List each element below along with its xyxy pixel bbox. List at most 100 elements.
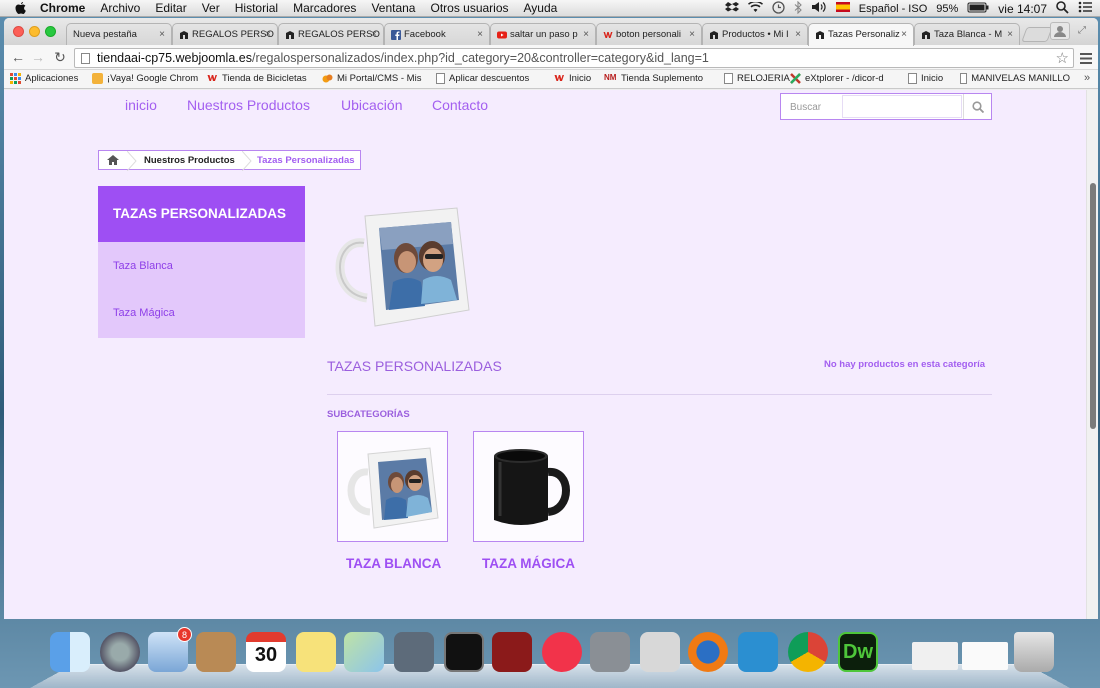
- search-input[interactable]: [842, 95, 962, 118]
- menu-editar[interactable]: Editar: [155, 1, 186, 15]
- close-tab-icon[interactable]: ×: [1007, 29, 1013, 40]
- nav-ubicacion[interactable]: Ubicación: [341, 97, 402, 113]
- subcategory-taza-magica-image[interactable]: [473, 431, 584, 542]
- dreamweaver-icon[interactable]: Dw: [838, 632, 878, 672]
- close-window-button[interactable]: [13, 26, 24, 37]
- tab-facebook[interactable]: Facebook ×: [384, 23, 490, 45]
- close-tab-icon[interactable]: ×: [689, 29, 695, 40]
- volume-icon[interactable]: [811, 1, 827, 16]
- subcategory-taza-blanca-link[interactable]: TAZA BLANCA: [346, 556, 441, 571]
- tab-tazas-personalizadas[interactable]: Tazas Personaliz ×: [808, 23, 914, 46]
- fullscreen-icon[interactable]: ⤢: [1078, 25, 1086, 36]
- breadcrumb-nuestros-productos[interactable]: Nuestros Productos: [144, 155, 235, 166]
- firefox-icon[interactable]: [688, 632, 728, 672]
- menu-historial[interactable]: Historial: [235, 1, 278, 15]
- activity-monitor-icon[interactable]: [444, 632, 484, 672]
- sidebar-item-taza-blanca[interactable]: Taza Blanca: [113, 260, 173, 272]
- bookmark-tienda-bicicletas[interactable]: Tienda de Bicicletas: [207, 73, 315, 84]
- close-tab-icon[interactable]: ×: [477, 29, 483, 40]
- wifi-icon[interactable]: [747, 0, 763, 16]
- launchpad-icon[interactable]: [100, 632, 140, 672]
- nav-inicio[interactable]: inicio: [125, 97, 157, 113]
- tab-taza-blanca[interactable]: Taza Blanca - M ×: [914, 23, 1020, 45]
- bookmark-relojeria[interactable]: RELOJERIA: [724, 73, 790, 84]
- chrome-icon[interactable]: [788, 632, 828, 672]
- tab-regalos-1[interactable]: REGALOS PERSO ×: [172, 23, 278, 45]
- photobooth-icon[interactable]: [492, 632, 532, 672]
- minimized-window-icon[interactable]: [912, 642, 958, 670]
- menu-ver[interactable]: Ver: [202, 1, 220, 15]
- tab-regalos-2[interactable]: REGALOS PERSO ×: [278, 23, 384, 45]
- close-tab-icon[interactable]: ×: [159, 29, 165, 40]
- chrome-menu-icon[interactable]: [1080, 51, 1092, 69]
- bookmark-aplicar-descuentos[interactable]: Aplicar descuentos: [436, 73, 544, 84]
- bookmark-vaya-google[interactable]: ¡Vaya! Google Chrom: [92, 73, 200, 84]
- itunes-icon[interactable]: [542, 632, 582, 672]
- menu-clock[interactable]: vie 14:07: [998, 2, 1047, 16]
- tab-boton-personali[interactable]: boton personali ×: [596, 23, 702, 45]
- forward-button[interactable]: →: [30, 49, 46, 65]
- contacts-icon[interactable]: [196, 632, 236, 672]
- menu-ayuda[interactable]: Ayuda: [524, 1, 558, 15]
- bookmark-mi-portal[interactable]: Mi Portal/CMS - Mis: [322, 73, 424, 84]
- home-icon[interactable]: [106, 154, 120, 169]
- bookmark-star-icon[interactable]: ☆: [1056, 49, 1069, 67]
- back-button[interactable]: ←: [10, 49, 26, 65]
- new-tab-button[interactable]: [1021, 27, 1053, 42]
- bookmark-inicio[interactable]: Inicio: [908, 73, 943, 84]
- menu-app-name[interactable]: Chrome: [40, 1, 85, 15]
- bookmarks-overflow-icon[interactable]: »: [1084, 72, 1090, 84]
- filezilla-icon[interactable]: [738, 632, 778, 672]
- apple-icon[interactable]: [14, 1, 28, 15]
- close-tab-icon[interactable]: ×: [795, 29, 801, 40]
- nav-contacto[interactable]: Contacto: [432, 97, 488, 113]
- nav-nuestros-productos[interactable]: Nuestros Productos: [187, 97, 310, 113]
- scrollbar-thumb[interactable]: [1090, 183, 1096, 429]
- mail-icon[interactable]: 8: [148, 627, 192, 672]
- subcategory-taza-blanca-image[interactable]: [337, 431, 448, 542]
- bookmark-extplorer[interactable]: eXtplorer - /dicor-d: [790, 73, 898, 84]
- notes-icon[interactable]: [296, 632, 336, 672]
- tab-productos[interactable]: Productos • Mi I ×: [702, 23, 808, 45]
- facetime-icon[interactable]: [394, 632, 434, 672]
- reload-button[interactable]: ↻: [52, 49, 68, 66]
- bookmark-aplicaciones[interactable]: Aplicaciones: [10, 73, 78, 84]
- finder-icon[interactable]: [50, 632, 90, 672]
- menu-marcadores[interactable]: Marcadores: [293, 1, 356, 15]
- bookmark-inicio-webnode[interactable]: Inicio: [554, 73, 591, 84]
- tab-saltar-paso[interactable]: saltar un paso p ×: [490, 23, 596, 45]
- bookmark-manivelas[interactable]: MANIVELAS MANILLO: [960, 73, 1070, 84]
- menu-ventana[interactable]: Ventana: [371, 1, 415, 15]
- tab-nueva-pestana[interactable]: Nueva pestaña ×: [66, 23, 172, 45]
- maps-icon[interactable]: [344, 632, 384, 672]
- time-machine-icon[interactable]: [772, 0, 785, 17]
- subcategory-taza-magica-link[interactable]: TAZA MÁGICA: [482, 556, 575, 571]
- calendar-icon[interactable]: 30: [246, 632, 286, 672]
- profile-icon[interactable]: [1050, 22, 1070, 40]
- minimize-window-button[interactable]: [29, 26, 40, 37]
- zoom-window-button[interactable]: [45, 26, 56, 37]
- address-bar[interactable]: tiendaai-cp75.webjoomla.es/regalosperson…: [74, 48, 1074, 68]
- dropbox-icon[interactable]: [724, 1, 739, 16]
- trash-icon[interactable]: [1014, 632, 1054, 672]
- grab-icon[interactable]: [640, 632, 680, 672]
- minimized-window-icon[interactable]: [962, 642, 1008, 670]
- menu-otros-usuarios[interactable]: Otros usuarios: [430, 1, 508, 15]
- input-source-label[interactable]: Español - ISO: [859, 3, 927, 15]
- battery-percent[interactable]: 95%: [936, 3, 958, 15]
- close-tab-icon[interactable]: ×: [901, 29, 907, 40]
- close-tab-icon[interactable]: ×: [583, 29, 589, 40]
- spotlight-icon[interactable]: [1056, 0, 1069, 17]
- bookmark-tienda-suplemento[interactable]: NM Tienda Suplemento: [604, 73, 716, 84]
- page-scrollbar[interactable]: [1086, 90, 1098, 619]
- sidebar-item-taza-magica[interactable]: Taza Mágica: [113, 307, 175, 319]
- system-preferences-icon[interactable]: [590, 632, 630, 672]
- search-button[interactable]: [963, 94, 991, 119]
- menu-archivo[interactable]: Archivo: [100, 1, 140, 15]
- address-host: tiendaai-cp75.webjoomla.es: [97, 51, 252, 65]
- bluetooth-icon[interactable]: [794, 0, 802, 17]
- close-tab-icon[interactable]: ×: [265, 29, 271, 40]
- close-tab-icon[interactable]: ×: [371, 29, 377, 40]
- battery-icon[interactable]: [967, 2, 989, 16]
- notification-center-icon[interactable]: [1078, 1, 1092, 16]
